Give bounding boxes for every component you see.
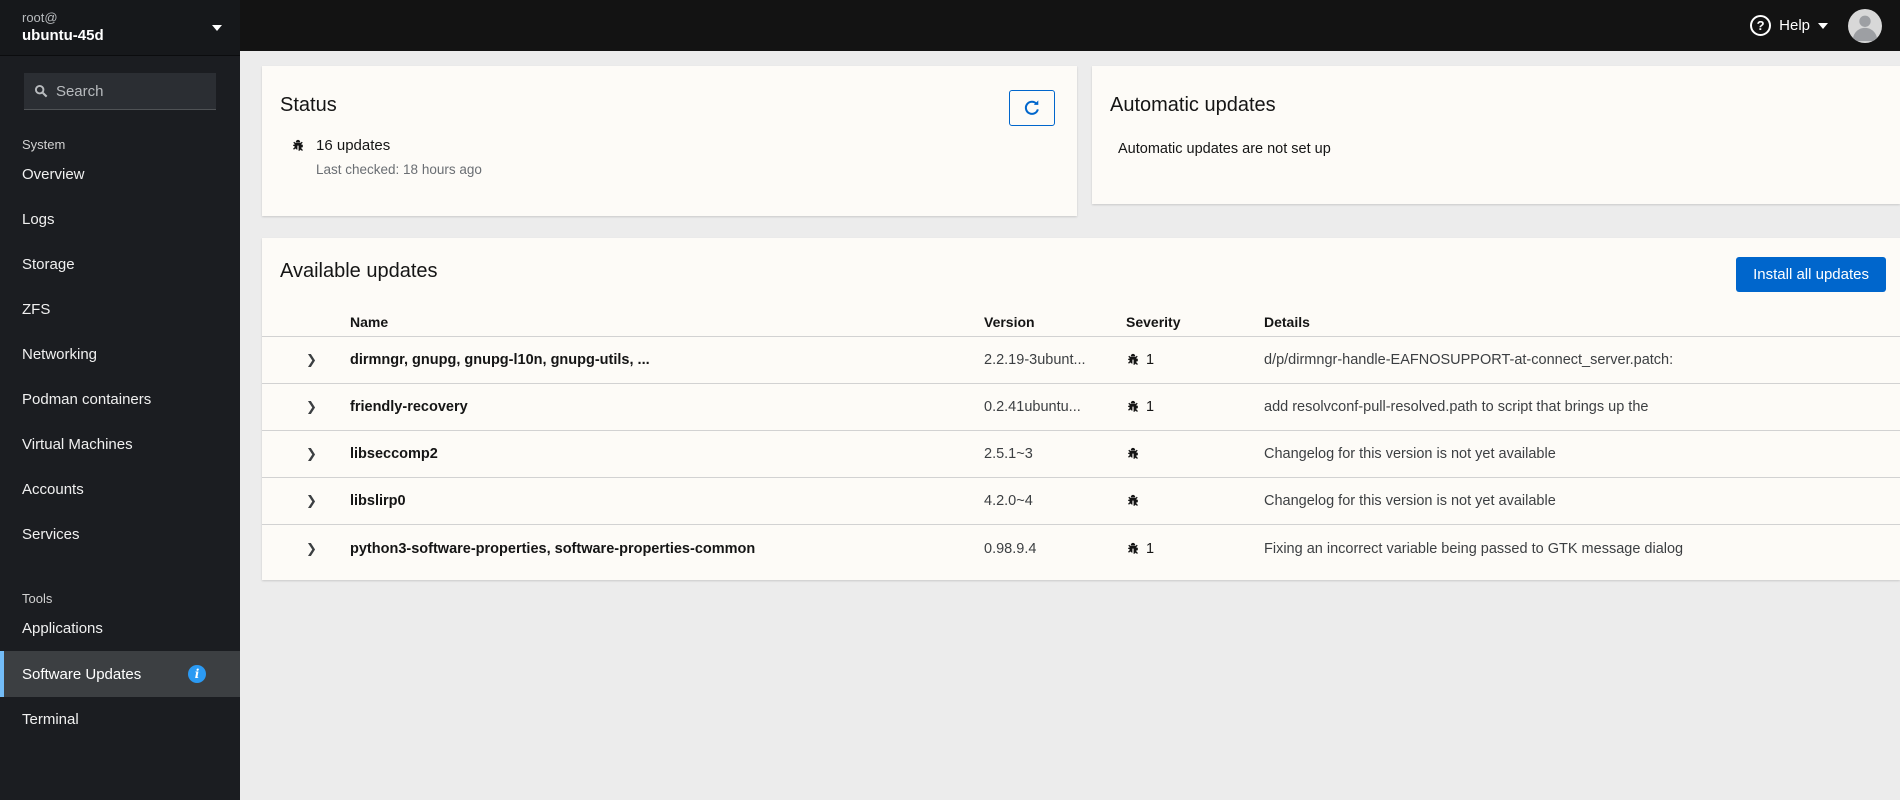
- package-details: Fixing an incorrect variable being passe…: [1264, 540, 1684, 557]
- sidebar-item-label: Accounts: [22, 481, 84, 498]
- automatic-updates-title: Automatic updates: [1110, 94, 1276, 116]
- sidebar-item-label: Logs: [22, 211, 55, 228]
- search-icon: [34, 84, 48, 98]
- refresh-icon: [1024, 100, 1039, 115]
- package-version: 2.2.19-3ubunt...: [984, 352, 1086, 368]
- package-version: 0.2.41ubuntu...: [984, 399, 1081, 415]
- topbar: ? Help: [240, 0, 1900, 51]
- table-header: Name Version Severity Details: [262, 307, 1900, 337]
- column-header-details: Details: [1264, 313, 1310, 330]
- severity-count: 1: [1146, 399, 1155, 415]
- sidebar-item-storage[interactable]: Storage: [0, 242, 240, 287]
- package-version: 2.5.1~3: [984, 446, 1033, 462]
- sidebar-item-overview[interactable]: Overview: [0, 152, 240, 197]
- sidebar-section-tools: Tools: [22, 591, 53, 606]
- expand-row-button[interactable]: ❯: [306, 447, 317, 462]
- package-name: python3-software-properties, software-pr…: [350, 540, 756, 557]
- package-name: libseccomp2: [350, 446, 438, 462]
- sidebar-item-logs[interactable]: Logs: [0, 197, 240, 242]
- expand-row-button[interactable]: ❯: [306, 542, 317, 557]
- sidebar-item-applications[interactable]: Applications: [0, 606, 240, 651]
- available-updates-title: Available updates: [280, 260, 438, 282]
- sidebar-search: [24, 73, 216, 110]
- automatic-updates-message: Automatic updates are not set up: [1118, 141, 1331, 157]
- help-label: Help: [1779, 17, 1810, 34]
- sidebar-item-terminal[interactable]: Terminal: [0, 697, 240, 742]
- package-name: friendly-recovery: [350, 399, 468, 415]
- sidebar-item-services[interactable]: Services: [0, 512, 240, 557]
- content: Status 16 updates Last checked: 18 hours…: [240, 51, 1900, 800]
- updates-count: 16 updates: [316, 137, 391, 154]
- expand-row-button[interactable]: ❯: [306, 400, 317, 415]
- package-version: 0.98.9.4: [984, 540, 1037, 557]
- status-card: Status 16 updates Last checked: 18 hours…: [262, 66, 1077, 216]
- host-user: root@: [22, 9, 58, 25]
- updates-table: Name Version Severity Details ❯ dirmngr,…: [262, 307, 1900, 572]
- help-icon: ?: [1750, 15, 1772, 36]
- severity-count: 1: [1146, 540, 1155, 557]
- bug-icon: [291, 139, 305, 153]
- bug-icon: [1126, 542, 1140, 556]
- package-details: Changelog for this version is not yet av…: [1264, 493, 1556, 509]
- search-input[interactable]: [55, 82, 206, 100]
- last-checked: Last checked: 18 hours ago: [316, 162, 482, 177]
- package-details: Changelog for this version is not yet av…: [1264, 446, 1556, 462]
- user-menu[interactable]: [1848, 8, 1882, 43]
- info-icon: i: [188, 665, 206, 683]
- sidebar-item-label: Applications: [22, 620, 103, 637]
- sidebar-item-label: Networking: [22, 346, 98, 363]
- host-switcher[interactable]: root@ ubuntu-45d: [0, 0, 240, 56]
- available-updates-card: Available updates Install all updates Na…: [262, 238, 1900, 580]
- package-name: libslirp0: [350, 493, 406, 509]
- expand-row-button[interactable]: ❯: [306, 494, 317, 509]
- table-row[interactable]: ❯ libslirp0 4.2.0~4 Changelog for this v…: [262, 478, 1900, 525]
- help-menu[interactable]: ? Help: [1750, 15, 1828, 36]
- column-header-name: Name: [350, 313, 389, 330]
- package-name: dirmngr, gnupg, gnupg-l10n, gnupg-utils,…: [350, 352, 650, 368]
- sidebar-item-label: Podman containers: [22, 391, 152, 408]
- bug-icon: [1126, 494, 1140, 508]
- column-header-severity: Severity: [1126, 313, 1181, 330]
- sidebar-item-virtual-machines[interactable]: Virtual Machines: [0, 422, 240, 467]
- sidebar-item-label: ZFS: [22, 301, 51, 318]
- main-area: ? Help Status 16 updates Last checked: 1…: [240, 0, 1900, 800]
- sidebar-item-label: Software Updates: [22, 665, 142, 683]
- status-title: Status: [280, 94, 337, 116]
- expand-row-button[interactable]: ❯: [306, 353, 317, 368]
- severity-count: 1: [1146, 352, 1155, 368]
- table-row[interactable]: ❯ libseccomp2 2.5.1~3 Changelog for this…: [262, 431, 1900, 478]
- sidebar-item-podman-containers[interactable]: Podman containers: [0, 377, 240, 422]
- table-row[interactable]: ❯ python3-software-properties, software-…: [262, 525, 1900, 572]
- sidebar-item-label: Storage: [22, 256, 75, 273]
- table-body: ❯ dirmngr, gnupg, gnupg-l10n, gnupg-util…: [262, 337, 1900, 572]
- sidebar-item-accounts[interactable]: Accounts: [0, 467, 240, 512]
- sidebar-item-label: Terminal: [22, 711, 79, 728]
- sidebar-item-label: Services: [22, 526, 80, 543]
- table-row[interactable]: ❯ dirmngr, gnupg, gnupg-l10n, gnupg-util…: [262, 337, 1900, 384]
- refresh-button[interactable]: [1009, 90, 1055, 126]
- sidebar: root@ ubuntu-45d System Overview Logs St…: [0, 0, 240, 800]
- automatic-updates-card: Automatic updates Automatic updates are …: [1092, 66, 1900, 204]
- bug-icon: [1126, 400, 1140, 414]
- package-details: add resolvconf-pull-resolved.path to scr…: [1264, 399, 1649, 415]
- install-all-updates-button[interactable]: Install all updates: [1736, 257, 1886, 292]
- sidebar-item-networking[interactable]: Networking: [0, 332, 240, 377]
- sidebar-section-system: System: [22, 137, 66, 152]
- sidebar-item-label: Virtual Machines: [22, 436, 133, 453]
- chevron-down-icon: [1818, 22, 1828, 29]
- column-header-version: Version: [984, 313, 1035, 330]
- bug-icon: [1126, 447, 1140, 461]
- host-name: ubuntu-45d: [22, 27, 104, 45]
- sidebar-item-zfs[interactable]: ZFS: [0, 287, 240, 332]
- sidebar-item-software-updates[interactable]: Software Updates i: [0, 651, 240, 697]
- chevron-down-icon: [212, 24, 222, 31]
- sidebar-item-label: Overview: [22, 166, 85, 183]
- package-version: 4.2.0~4: [984, 493, 1033, 509]
- table-row[interactable]: ❯ friendly-recovery 0.2.41ubuntu... 1 ad…: [262, 384, 1900, 431]
- bug-icon: [1126, 353, 1140, 367]
- package-details: d/p/dirmngr-handle-EAFNOSUPPORT-at-conne…: [1264, 352, 1674, 368]
- user-avatar-icon: [1852, 15, 1878, 41]
